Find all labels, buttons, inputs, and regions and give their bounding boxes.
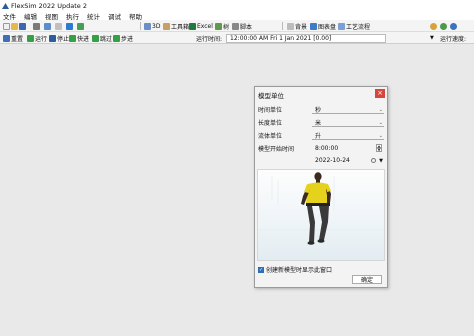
chevron-down-icon: ⌄	[378, 132, 383, 139]
script-button[interactable]: 脚本	[232, 21, 252, 31]
script-icon	[232, 22, 239, 30]
chart-dashboard-button[interactable]: 图表盘	[310, 21, 336, 31]
tree-button[interactable]: 树	[215, 21, 229, 31]
menu-bar: 文件 编辑 视图 执行 统计 调试 帮助	[0, 11, 474, 21]
checkbox-checked-icon[interactable]: ✓	[258, 266, 264, 273]
step-button[interactable]: 步进	[113, 33, 133, 43]
stepper-down-icon[interactable]: ▼	[376, 148, 382, 152]
play-icon	[27, 34, 34, 42]
skip-icon	[92, 34, 99, 42]
run-time-label: 运行时间:	[196, 35, 223, 43]
tree-icon	[215, 22, 222, 30]
model-units-dialog: 模型单位 × 时间单位 秒 ⌄ 长度单位 米 ⌄ 流体单位 升 ⌄ 模型开始时间…	[254, 86, 388, 288]
checkbox-label: 创建新模型时显示此窗口	[266, 267, 333, 274]
time-unit-select[interactable]: 秒 ⌄	[312, 106, 384, 114]
fluid-unit-select[interactable]: 升 ⌄	[312, 132, 384, 140]
grid-tool-icon[interactable]	[55, 22, 62, 30]
help-icon[interactable]	[450, 22, 457, 30]
stop-icon	[49, 34, 56, 42]
reset-button[interactable]: 重置	[3, 33, 23, 43]
flexsim-logo-icon	[2, 2, 9, 9]
process-flow-button[interactable]: 工艺流程	[338, 21, 370, 31]
menu-help[interactable]: 帮助	[129, 11, 142, 21]
process-flow-icon	[338, 22, 345, 30]
time-unit-label: 时间单位	[258, 107, 283, 114]
reset-icon	[3, 34, 10, 42]
new-file-icon[interactable]	[3, 22, 10, 30]
save-icon[interactable]	[19, 22, 26, 30]
stop-button[interactable]: 停止	[49, 33, 69, 43]
menu-edit[interactable]: 编辑	[24, 11, 37, 21]
excel-icon	[189, 22, 196, 30]
close-button[interactable]: ×	[375, 89, 385, 98]
main-toolbar: 3D 工具箱 Excel 树 脚本 背景 图表盘 工艺流程	[0, 20, 474, 32]
show-on-new-model-checkbox[interactable]: ✓ 创建新模型时显示此窗口	[258, 265, 332, 274]
operator-figure	[258, 172, 384, 245]
dialog-title: 模型单位	[258, 92, 284, 100]
background-button[interactable]: 背景	[287, 21, 307, 31]
gear-icon[interactable]	[430, 22, 437, 30]
run-time-display: 运行时间: 12:00:00 AM Fri 1 Jan 2021 [0.00]	[196, 33, 387, 43]
length-unit-select[interactable]: 米 ⌄	[312, 119, 384, 127]
file-tools	[3, 21, 85, 31]
run-speed-label: 运行速度:	[440, 35, 467, 43]
run-time-value: 12:00:00 AM Fri 1 Jan 2021 [0.00]	[226, 33, 387, 43]
menu-file[interactable]: 文件	[3, 11, 16, 21]
model-preview-image	[257, 169, 385, 261]
run-speed: 运行速度:	[440, 33, 466, 43]
view-3d-button[interactable]: 3D	[144, 21, 160, 31]
chevron-down-icon: ⌄	[378, 106, 383, 113]
globe-icon[interactable]	[440, 22, 447, 30]
connect-tool-icon[interactable]	[44, 22, 51, 30]
skip-button[interactable]: 跳过	[92, 33, 112, 43]
open-folder-icon[interactable]	[11, 22, 18, 30]
toolbox-icon	[163, 22, 170, 30]
chevron-down-icon[interactable]: ▼	[430, 35, 434, 41]
start-time-label: 模型开始时间	[258, 146, 295, 153]
background-icon	[287, 22, 294, 30]
toolbox-button[interactable]: 工具箱	[163, 21, 189, 31]
start-time-input[interactable]: 8:00:00 ▲ ▼	[312, 144, 384, 153]
window-title: FlexSim 2022 Update 2	[11, 1, 87, 10]
settings-tools	[430, 21, 458, 31]
menu-execute[interactable]: 执行	[66, 11, 79, 21]
menu-statistics[interactable]: 统计	[87, 11, 100, 21]
3d-cube-icon	[144, 22, 151, 30]
length-unit-label: 长度单位	[258, 120, 283, 127]
chevron-down-icon: ⌄	[378, 119, 383, 126]
calendar-icon[interactable]	[371, 158, 376, 163]
menu-debug[interactable]: 调试	[108, 11, 121, 21]
fluid-unit-label: 流体单位	[258, 133, 283, 140]
run-toolbar: 重置 运行 停止 快进 跳过 步进 运行时间: 12:00:00 AM Fri …	[0, 32, 474, 44]
ok-button[interactable]: 确定	[352, 275, 382, 284]
dashboard-icon	[310, 22, 317, 30]
select-tool-icon[interactable]	[33, 22, 40, 30]
chevron-down-icon[interactable]: ▼	[379, 158, 383, 164]
time-stepper[interactable]: ▲ ▼	[376, 144, 382, 153]
menu-view[interactable]: 视图	[45, 11, 58, 21]
run-button[interactable]: 运行	[27, 33, 47, 43]
options-tool-icon[interactable]	[77, 22, 84, 30]
excel-button[interactable]: Excel	[189, 21, 213, 31]
step-icon	[113, 34, 120, 42]
start-date-input[interactable]: 2022-10-24 ▼	[312, 156, 384, 165]
title-bar: FlexSim 2022 Update 2	[0, 0, 474, 11]
shape-tool-icon[interactable]	[66, 22, 73, 30]
fast-forward-icon	[69, 34, 76, 42]
fast-forward-button[interactable]: 快进	[69, 33, 89, 43]
